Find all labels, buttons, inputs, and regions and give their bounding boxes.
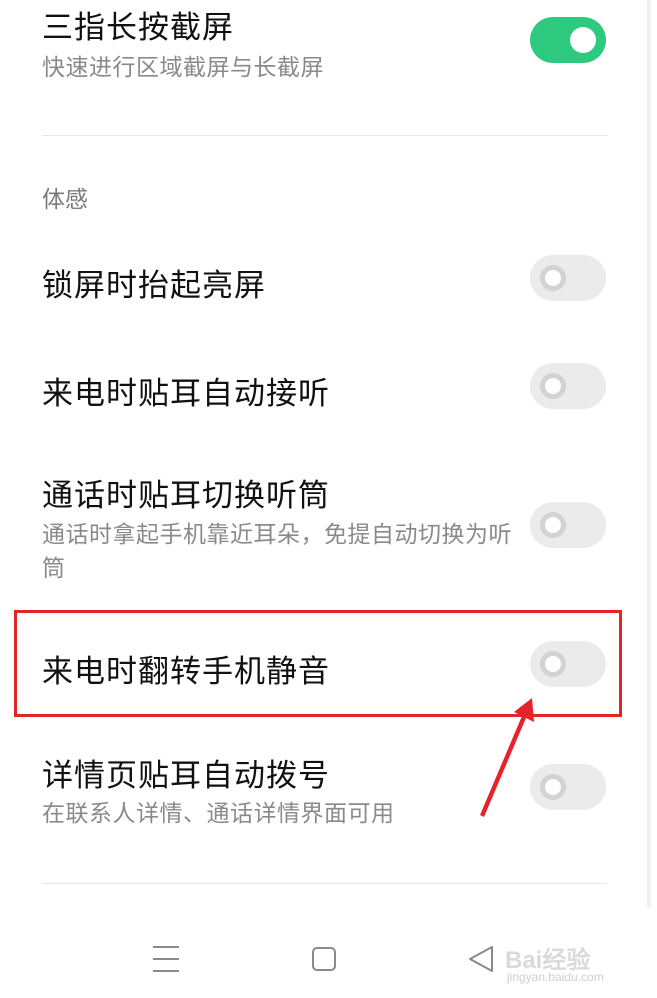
toggle-knob — [540, 774, 566, 800]
menu-icon[interactable] — [153, 946, 179, 972]
toggle-knob — [540, 265, 566, 291]
three-finger-toggle[interactable] — [530, 17, 606, 63]
home-icon[interactable] — [312, 947, 336, 971]
setting-row-switch-to-earpiece[interactable]: 通话时贴耳切换听筒 通话时拿起手机靠近耳朵，免提自动切换为听筒 — [0, 455, 657, 600]
setting-title: 来电时贴耳自动接听 — [42, 376, 330, 412]
auto-dial-toggle[interactable] — [530, 764, 606, 810]
settings-screen: 三指长按截屏 快速进行区域截屏与长截屏 体感 锁屏时抬起亮屏 来电时贴耳自动接听… — [0, 0, 657, 998]
section-header-motion: 体感 — [42, 187, 88, 213]
divider — [42, 883, 607, 884]
setting-row-auto-dial[interactable]: 详情页贴耳自动拨号 在联系人详情、通话详情界面可用 — [0, 735, 657, 845]
setting-row-auto-answer[interactable]: 来电时贴耳自动接听 — [0, 340, 657, 440]
baidu-watermark: Bai经验 jingyan.baidu.com — [505, 940, 625, 990]
watermark-sub: jingyan.baidu.com — [507, 970, 604, 984]
setting-subtitle: 在联系人详情、通话详情界面可用 — [42, 801, 395, 827]
divider — [42, 135, 607, 136]
toggle-knob — [570, 27, 596, 53]
setting-title: 锁屏时抬起亮屏 — [42, 268, 266, 304]
setting-title: 三指长按截屏 — [42, 10, 234, 46]
setting-row-three-finger-screenshot[interactable]: 三指长按截屏 快速进行区域截屏与长截屏 — [0, 0, 657, 135]
setting-row-raise-to-wake[interactable]: 锁屏时抬起亮屏 — [0, 230, 657, 330]
raise-to-wake-toggle[interactable] — [530, 255, 606, 301]
setting-title: 通话时贴耳切换听筒 — [42, 478, 330, 514]
back-icon[interactable] — [469, 946, 493, 972]
switch-to-earpiece-toggle[interactable] — [530, 502, 606, 548]
toggle-knob — [540, 373, 566, 399]
auto-answer-toggle[interactable] — [530, 363, 606, 409]
highlight-box — [14, 610, 622, 717]
setting-subtitle: 快速进行区域截屏与长截屏 — [42, 55, 324, 81]
setting-subtitle: 通话时拿起手机靠近耳朵，免提自动切换为听筒 — [42, 522, 512, 582]
toggle-knob — [540, 512, 566, 538]
setting-title: 详情页贴耳自动拨号 — [42, 758, 330, 794]
